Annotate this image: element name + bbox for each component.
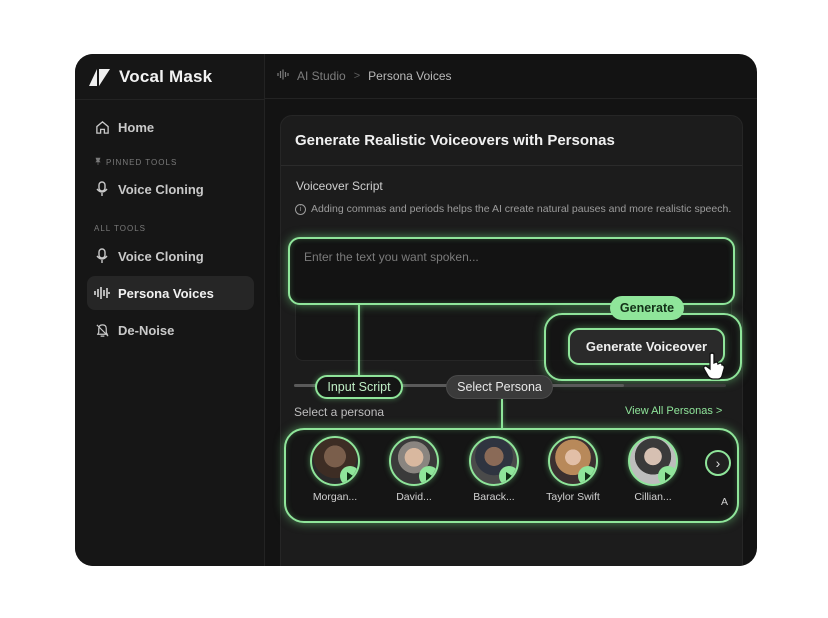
persona-card[interactable]: Barack... bbox=[459, 436, 529, 503]
script-label: Voiceover Script bbox=[296, 179, 383, 193]
sidebar-item-pinned-voice-cloning[interactable]: Voice Cloning bbox=[87, 172, 254, 206]
sidebar-item-label: Voice Cloning bbox=[118, 181, 204, 197]
breadcrumb-ai-studio[interactable]: AI Studio bbox=[297, 69, 346, 83]
sidebar-item-de-noise[interactable]: De-Noise bbox=[87, 313, 254, 347]
home-icon bbox=[94, 119, 110, 135]
play-icon[interactable] bbox=[499, 466, 517, 484]
input-script-callout: Input Script bbox=[315, 375, 403, 399]
sidebar-item-label: Home bbox=[118, 119, 155, 135]
waveform-icon bbox=[94, 285, 110, 301]
persona-card[interactable]: David... bbox=[379, 436, 449, 503]
script-hint: i Adding commas and periods helps the AI… bbox=[295, 202, 735, 217]
connector-line bbox=[358, 305, 360, 377]
page-title: Generate Realistic Voiceovers with Perso… bbox=[295, 132, 615, 149]
carousel-next-button[interactable]: › bbox=[705, 450, 731, 476]
app-window: Vocal Mask Home PINNED TOOLS Voice Cloni… bbox=[75, 54, 757, 566]
persona-card[interactable]: Taylor Swift bbox=[538, 436, 608, 503]
sidebar-divider bbox=[75, 99, 265, 100]
sidebar-item-home[interactable]: Home bbox=[87, 110, 254, 144]
sidebar-item-persona-voices[interactable]: Persona Voices bbox=[87, 276, 254, 310]
breadcrumb-separator: > bbox=[353, 70, 361, 82]
persona-name: Morgan... bbox=[312, 491, 358, 503]
sidebar-item-voice-cloning[interactable]: Voice Cloning bbox=[87, 239, 254, 273]
top-bar: AI Studio > Persona Voices bbox=[265, 54, 757, 99]
avatar bbox=[469, 436, 519, 486]
hand-cursor-icon bbox=[703, 352, 725, 380]
brand[interactable]: Vocal Mask bbox=[89, 67, 212, 87]
script-input[interactable] bbox=[304, 250, 714, 264]
all-tools-label: ALL TOOLS bbox=[94, 224, 146, 233]
script-input-highlight bbox=[288, 237, 735, 305]
play-icon[interactable] bbox=[419, 466, 437, 484]
brand-name: Vocal Mask bbox=[119, 67, 213, 86]
play-icon[interactable] bbox=[578, 466, 596, 484]
persona-name: Taylor Swift bbox=[546, 491, 600, 503]
persona-card[interactable]: Cillian... bbox=[618, 436, 688, 503]
play-icon[interactable] bbox=[340, 466, 358, 484]
connector-line bbox=[501, 399, 503, 429]
breadcrumb: AI Studio > Persona Voices bbox=[277, 69, 452, 83]
persona-name-partial: A bbox=[721, 496, 729, 508]
hint-text: Adding commas and periods helps the AI c… bbox=[311, 203, 732, 215]
persona-name: Barack... bbox=[473, 491, 515, 503]
select-persona-callout: Select Persona bbox=[446, 375, 553, 399]
pin-icon bbox=[94, 157, 102, 167]
waveform-icon bbox=[277, 69, 289, 83]
microphone-icon bbox=[94, 181, 110, 197]
breadcrumb-persona-voices[interactable]: Persona Voices bbox=[368, 69, 451, 83]
pinned-tools-label: PINNED TOOLS bbox=[94, 157, 177, 167]
sidebar-item-label: Persona Voices bbox=[118, 285, 214, 301]
microphone-icon bbox=[94, 248, 110, 264]
info-icon: i bbox=[295, 204, 306, 215]
avatar bbox=[389, 436, 439, 486]
avatar bbox=[628, 436, 678, 486]
sidebar-item-label: Voice Cloning bbox=[118, 248, 204, 264]
avatar bbox=[310, 436, 360, 486]
view-all-personas-link[interactable]: View All Personas > bbox=[625, 405, 722, 417]
persona-name: Cillian... bbox=[634, 491, 672, 503]
persona-name: David... bbox=[396, 491, 432, 503]
play-icon[interactable] bbox=[658, 466, 676, 484]
card-divider bbox=[281, 165, 742, 166]
select-persona-label: Select a persona bbox=[294, 405, 385, 419]
persona-card[interactable]: Morgan... bbox=[300, 436, 370, 503]
noise-off-icon bbox=[94, 322, 110, 338]
sidebar-item-label: De-Noise bbox=[118, 322, 175, 338]
sidebar: Vocal Mask Home PINNED TOOLS Voice Cloni… bbox=[75, 54, 265, 566]
generate-callout: Generate bbox=[610, 296, 684, 320]
generate-voiceover-button[interactable]: Generate Voiceover bbox=[568, 328, 725, 365]
avatar bbox=[548, 436, 598, 486]
vocal-mask-logo-icon bbox=[89, 68, 110, 86]
